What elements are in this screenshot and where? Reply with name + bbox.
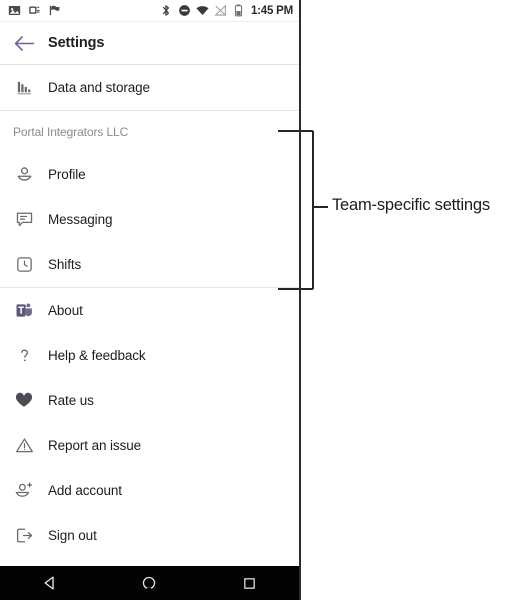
list-item-label: Profile xyxy=(48,167,86,182)
messaging-chat-icon xyxy=(0,210,48,229)
list-item-data-and-storage[interactable]: Data and storage xyxy=(0,65,299,110)
list-item-profile[interactable]: Profile xyxy=(0,152,299,197)
list-item-about[interactable]: About xyxy=(0,288,299,333)
page-title: Settings xyxy=(48,35,105,51)
back-arrow-icon[interactable] xyxy=(0,35,48,52)
list-item-label: Shifts xyxy=(48,257,82,272)
question-mark-icon xyxy=(0,346,48,365)
android-navigation-bar xyxy=(0,566,299,600)
do-not-disturb-icon xyxy=(178,4,191,17)
battery-icon xyxy=(232,4,245,17)
list-item-label: Report an issue xyxy=(48,438,142,453)
android-home-icon[interactable] xyxy=(124,566,174,600)
heart-icon xyxy=(0,391,48,410)
bluetooth-icon xyxy=(160,4,173,17)
list-item-label: Sign out xyxy=(48,528,97,543)
android-recents-icon[interactable] xyxy=(224,566,274,600)
app-header: Settings xyxy=(0,22,299,65)
warning-triangle-icon xyxy=(0,436,48,455)
profile-person-icon xyxy=(0,165,48,184)
list-item-shifts[interactable]: Shifts xyxy=(0,242,299,287)
shifts-clock-icon xyxy=(0,255,48,274)
section-header-team: Portal Integrators LLC xyxy=(0,111,299,152)
cellular-signal-off-icon xyxy=(214,4,227,17)
list-item-label: Add account xyxy=(48,483,122,498)
section-header-label: Portal Integrators LLC xyxy=(13,124,129,139)
list-item-sign-out[interactable]: Sign out xyxy=(0,513,299,558)
status-bar: 1:45 PM xyxy=(0,0,299,22)
add-person-icon xyxy=(0,481,48,500)
list-item-label: Rate us xyxy=(48,393,94,408)
status-bar-right-icons: 1:45 PM xyxy=(160,4,293,17)
android-back-icon[interactable] xyxy=(25,566,75,600)
app-update-icon xyxy=(28,4,41,17)
list-item-report-an-issue[interactable]: Report an issue xyxy=(0,423,299,468)
sign-out-icon xyxy=(0,526,48,545)
wifi-icon xyxy=(196,4,209,17)
list-item-label: About xyxy=(48,303,83,318)
annotation-leader-line xyxy=(314,206,328,208)
flag-icon xyxy=(48,4,61,17)
list-item-label: Help & feedback xyxy=(48,348,146,363)
status-bar-left-icons xyxy=(8,4,61,17)
annotation-label: Team-specific settings xyxy=(332,196,490,214)
list-item-label: Data and storage xyxy=(48,80,150,95)
list-item-add-account[interactable]: Add account xyxy=(0,468,299,513)
phone-screen: 1:45 PM Settings Data and storage Portal… xyxy=(0,0,301,600)
screenshot-icon xyxy=(8,4,21,17)
microsoft-teams-logo-icon xyxy=(0,301,48,320)
list-item-rate-us[interactable]: Rate us xyxy=(0,378,299,423)
status-bar-clock: 1:45 PM xyxy=(250,4,293,17)
list-item-help-and-feedback[interactable]: Help & feedback xyxy=(0,333,299,378)
list-item-messaging[interactable]: Messaging xyxy=(0,197,299,242)
list-item-label: Messaging xyxy=(48,212,113,227)
data-usage-icon xyxy=(0,78,48,97)
